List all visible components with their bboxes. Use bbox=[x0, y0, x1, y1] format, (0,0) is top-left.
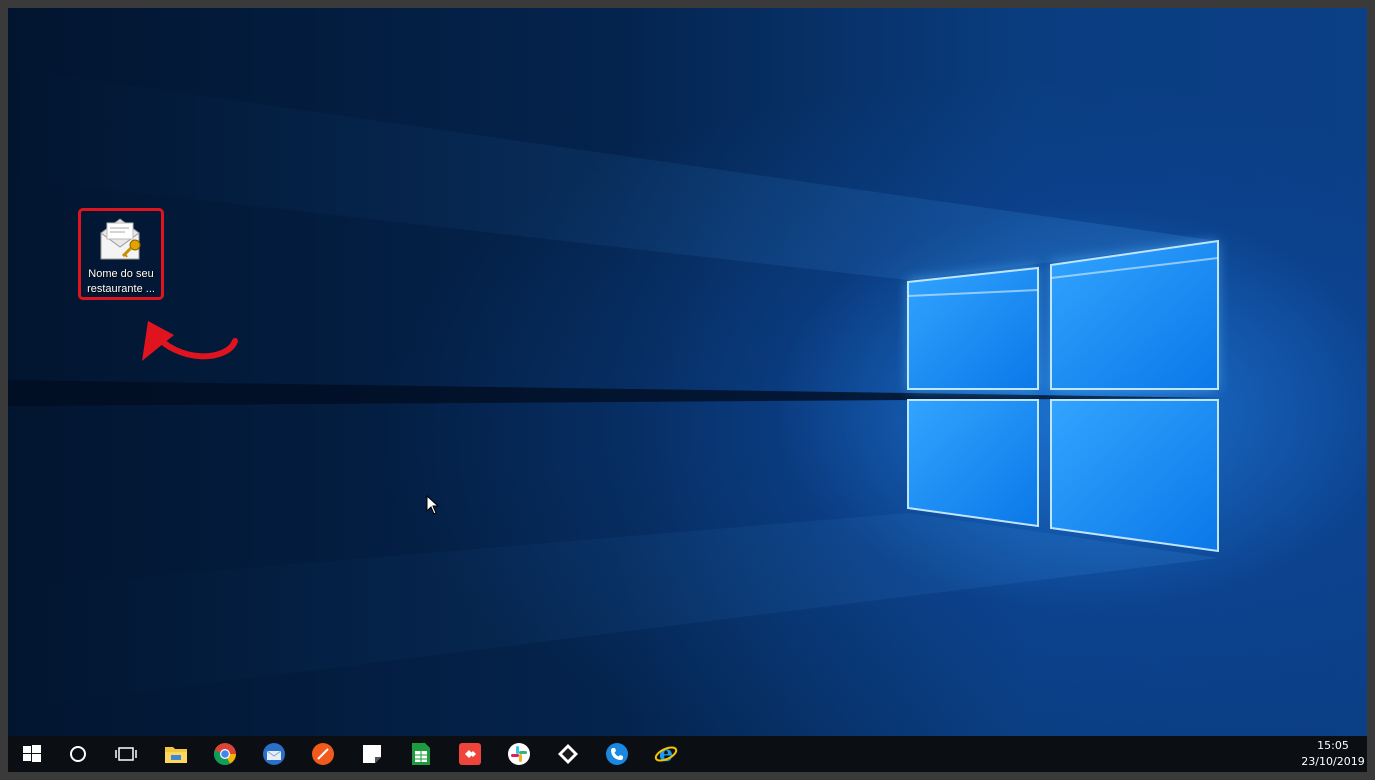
taskbar-sticky-notes[interactable] bbox=[348, 736, 396, 772]
chrome-icon bbox=[213, 743, 236, 765]
taskbar-phone-app[interactable] bbox=[593, 736, 641, 772]
curved-arrow-icon bbox=[142, 321, 238, 361]
windows-logo-icon bbox=[23, 745, 41, 762]
taskbar: e 15:05 23/10/2019 bbox=[8, 736, 1367, 772]
taskbar-orange-app[interactable] bbox=[299, 736, 347, 772]
clock-time: 15:05 bbox=[1317, 739, 1349, 752]
feather-icon bbox=[312, 743, 334, 765]
slack-icon bbox=[508, 743, 530, 765]
sticky-note-icon bbox=[363, 745, 381, 763]
system-clock[interactable]: 15:05 23/10/2019 bbox=[1301, 738, 1365, 772]
search-circle-icon bbox=[70, 746, 86, 762]
start-button[interactable] bbox=[8, 736, 56, 772]
svg-text:e: e bbox=[659, 742, 673, 766]
taskbar-anydesk[interactable] bbox=[446, 736, 494, 772]
taskbar-thunderbird[interactable] bbox=[250, 736, 298, 772]
phone-icon bbox=[606, 743, 628, 765]
desktop-shortcut-label: Nome do seu restaurante ... bbox=[81, 267, 161, 297]
anydesk-icon bbox=[459, 743, 481, 765]
task-view-icon bbox=[115, 747, 137, 761]
desktop-screen: Nome do seu restaurante ... e 15:05 23/1… bbox=[8, 8, 1367, 772]
taskbar-chrome[interactable] bbox=[201, 736, 249, 772]
desktop-shortcut-restaurante[interactable]: Nome do seu restaurante ... bbox=[78, 208, 164, 300]
taskbar-slack[interactable] bbox=[495, 736, 543, 772]
shortcut-label-line1: Nome do seu bbox=[88, 268, 154, 280]
task-view-button[interactable] bbox=[102, 736, 150, 772]
taskbar-spreadsheet[interactable] bbox=[397, 736, 445, 772]
taskbar-file-explorer[interactable] bbox=[152, 736, 200, 772]
mail-key-icon bbox=[100, 218, 141, 260]
inkscape-icon bbox=[558, 744, 578, 764]
thunderbird-icon bbox=[263, 743, 285, 765]
clock-date: 23/10/2019 bbox=[1301, 755, 1365, 768]
taskbar-inkscape[interactable] bbox=[544, 736, 592, 772]
wallpaper: Nome do seu restaurante ... bbox=[8, 8, 1367, 736]
cortana-button[interactable] bbox=[54, 736, 102, 772]
spreadsheet-icon bbox=[412, 743, 430, 765]
mouse-cursor-icon bbox=[426, 495, 440, 515]
ie-icon: e bbox=[654, 742, 678, 766]
shortcut-label-line2: restaurante ... bbox=[87, 283, 155, 295]
taskbar-internet-explorer[interactable]: e bbox=[642, 736, 690, 772]
folder-icon bbox=[165, 747, 187, 763]
